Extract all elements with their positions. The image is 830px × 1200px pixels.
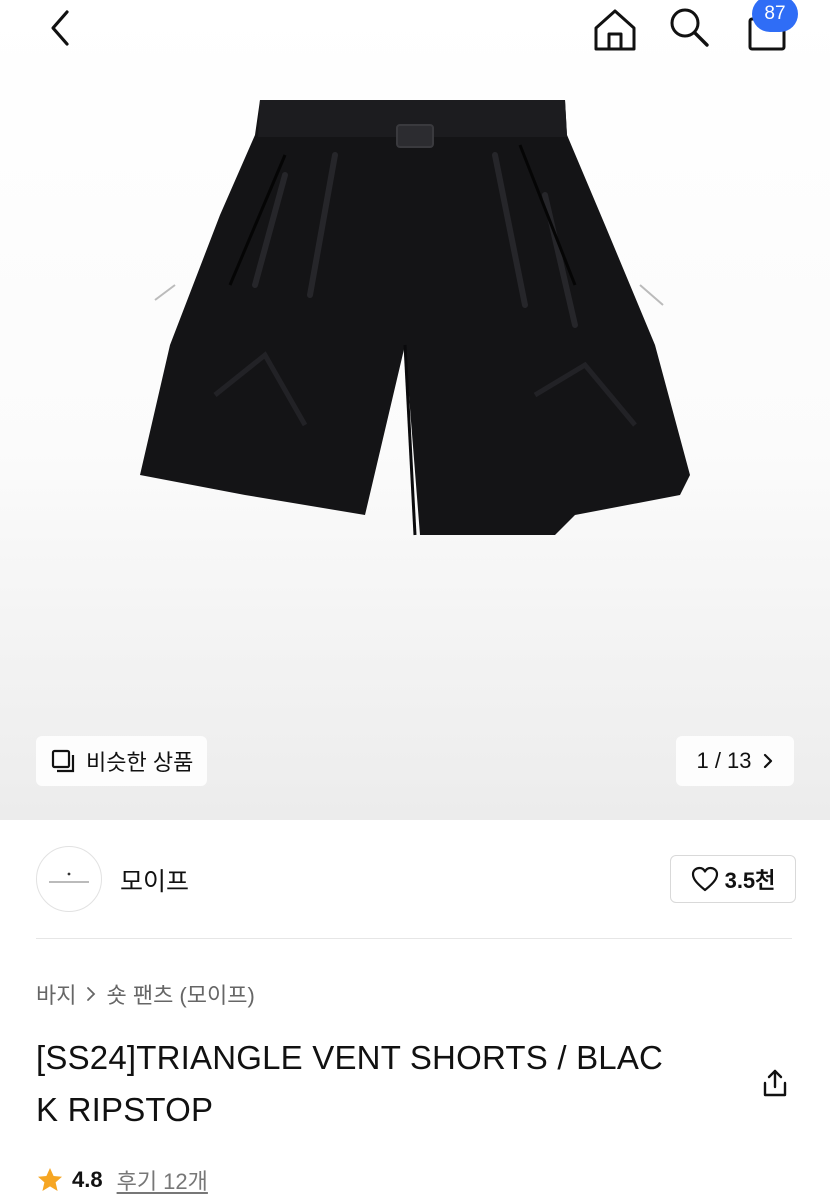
rating-value: 4.8 (72, 1167, 103, 1192)
breadcrumb-item-shorts[interactable]: 숏 팬츠 (모이프) (106, 978, 254, 1010)
product-title: [SS24]TRIANGLE VENT SHORTS / BLAC K RIPS… (36, 1032, 736, 1136)
top-navigation-bar: 87 (0, 0, 830, 64)
brand-row: 모이프 3.5천 (36, 846, 796, 912)
reviews-link[interactable]: 후기 12개 (117, 1164, 208, 1196)
brand-logo[interactable] (36, 846, 102, 912)
home-button[interactable] (590, 4, 640, 54)
star-icon (38, 1168, 62, 1191)
share-icon (763, 1069, 787, 1097)
back-chevron-icon (51, 10, 69, 46)
rating-row: 4.8 후기 12개 (36, 1164, 208, 1196)
product-photo[interactable] (135, 95, 695, 540)
share-button[interactable] (752, 1060, 798, 1106)
product-image-gallery[interactable]: 87 비슷한 상품 1 / 13 (0, 0, 830, 820)
similar-items-icon (51, 749, 75, 773)
breadcrumb: 바지 숏 팬츠 (모이프) (36, 978, 255, 1010)
image-counter[interactable]: 1 / 13 (676, 736, 794, 786)
image-counter-text: 1 / 13 (696, 748, 752, 773)
back-button[interactable] (36, 4, 84, 52)
like-count: 3.5천 (724, 868, 776, 893)
home-icon (594, 9, 636, 51)
heart-icon (691, 866, 718, 892)
product-title-line-1: [SS24]TRIANGLE VENT SHORTS / BLAC (36, 1039, 664, 1076)
brand-logo-mark (49, 872, 89, 883)
like-button[interactable]: 3.5천 (670, 855, 796, 903)
brand-name[interactable]: 모이프 (120, 862, 189, 898)
chevron-right-icon (763, 753, 772, 769)
product-title-line-2: K RIPSTOP (36, 1091, 214, 1128)
breadcrumb-item-pants[interactable]: 바지 (36, 978, 76, 1010)
similar-products-label: 비슷한 상품 (86, 750, 194, 775)
cart-count-badge: 87 (752, 0, 798, 32)
search-icon (670, 8, 709, 47)
chevron-right-icon (87, 987, 96, 1001)
section-divider (36, 938, 792, 939)
search-button[interactable] (664, 2, 714, 52)
similar-products-button[interactable]: 비슷한 상품 (36, 736, 208, 786)
